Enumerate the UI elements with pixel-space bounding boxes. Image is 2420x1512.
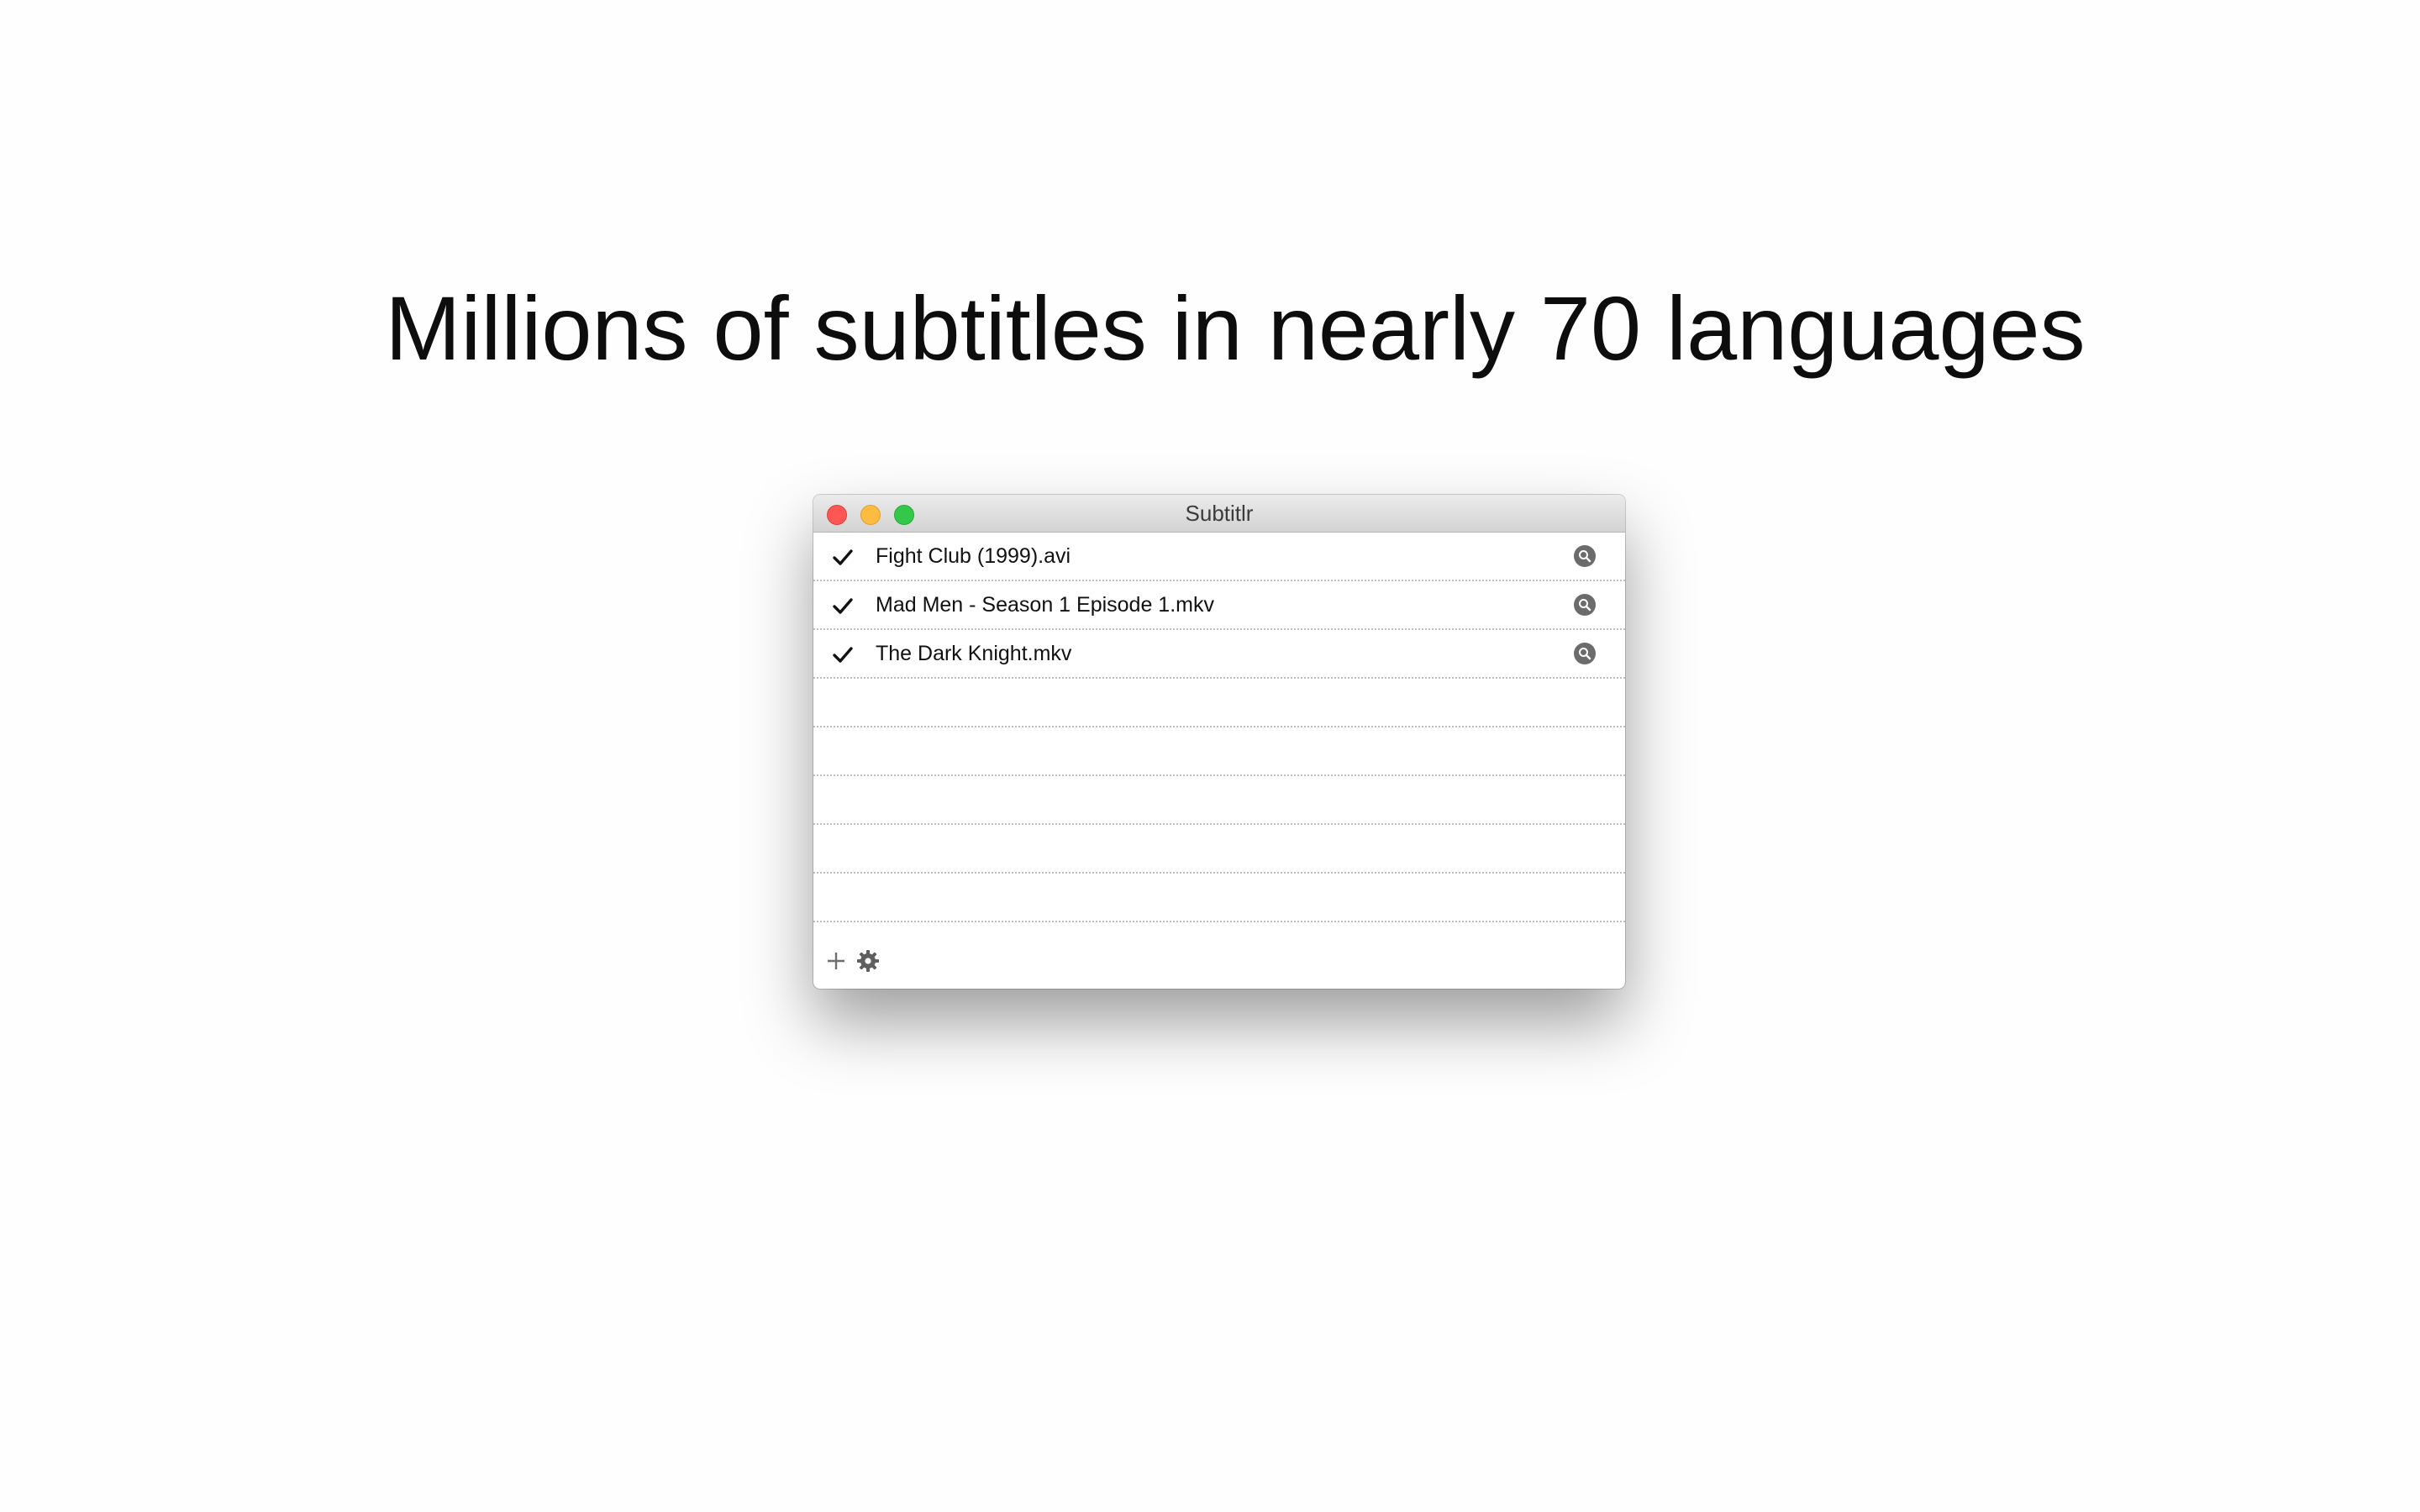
plus-icon[interactable] bbox=[823, 948, 849, 974]
search-icon[interactable] bbox=[1573, 544, 1597, 568]
empty-row bbox=[813, 727, 1625, 776]
file-list: Fight Club (1999).avi Mad Men - Season 1… bbox=[813, 533, 1625, 922]
checkmark-icon bbox=[833, 598, 853, 614]
checkmark-icon bbox=[833, 647, 853, 663]
marketing-stage: Millions of subtitles in nearly 70 langu… bbox=[0, 0, 2420, 1512]
file-name: Mad Men - Season 1 Episode 1.mkv bbox=[876, 593, 1214, 617]
file-name: Fight Club (1999).avi bbox=[876, 544, 1071, 568]
empty-row bbox=[813, 776, 1625, 825]
empty-row bbox=[813, 679, 1625, 727]
file-row[interactable]: Mad Men - Season 1 Episode 1.mkv bbox=[813, 581, 1625, 630]
window-title: Subtitlr bbox=[1185, 501, 1254, 526]
file-row[interactable]: The Dark Knight.mkv bbox=[813, 630, 1625, 679]
headline: Millions of subtitles in nearly 70 langu… bbox=[385, 277, 2086, 379]
search-icon[interactable] bbox=[1573, 593, 1597, 617]
title-bar[interactable]: Subtitlr bbox=[813, 495, 1625, 533]
file-row[interactable]: Fight Club (1999).avi bbox=[813, 533, 1625, 581]
checkmark-icon bbox=[833, 549, 853, 565]
window-footer bbox=[813, 933, 1625, 989]
empty-row bbox=[813, 825, 1625, 874]
empty-row bbox=[813, 874, 1625, 922]
app-window: Subtitlr Fight Club (1999).avi Mad Men -… bbox=[813, 495, 1625, 989]
gear-icon[interactable] bbox=[855, 948, 881, 974]
file-name: The Dark Knight.mkv bbox=[876, 642, 1072, 665]
search-icon[interactable] bbox=[1573, 642, 1597, 665]
